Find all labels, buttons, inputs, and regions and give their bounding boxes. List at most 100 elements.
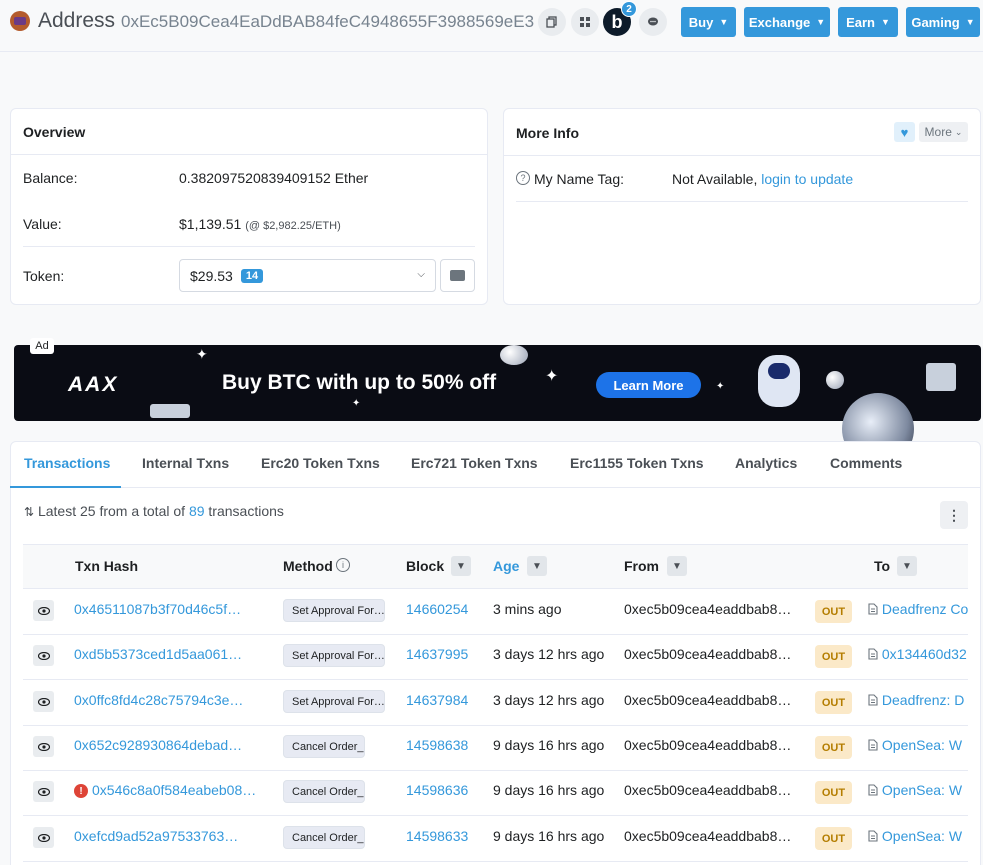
contract-document-icon	[868, 693, 878, 708]
method-badge: Cancel Order_	[283, 780, 365, 803]
page-title: Address	[38, 9, 116, 32]
more-options-kebab-icon[interactable]: ⋮	[940, 501, 968, 529]
to-address-cell: Deadfrenz Co	[868, 601, 968, 617]
active-tab-indicator	[10, 486, 121, 488]
direction-badge: OUT	[815, 600, 852, 623]
eye-preview-icon[interactable]	[33, 736, 54, 757]
help-question-icon[interactable]: ?	[516, 171, 530, 185]
divider	[23, 246, 475, 247]
name-tag-label: My Name Tag:	[534, 171, 624, 187]
buy-menu-button[interactable]: Buy ▼	[681, 7, 736, 37]
from-address: 0xec5b09cea4eaddbab8…	[624, 601, 792, 617]
block-link[interactable]: 14637984	[406, 692, 468, 708]
more-options-button[interactable]: More ⌄	[919, 122, 968, 142]
more-info-title: More Info	[516, 125, 579, 141]
contract-document-icon	[868, 602, 878, 617]
from-address: 0xec5b09cea4eaddbab8…	[624, 828, 792, 844]
learn-more-button[interactable]: Learn More	[596, 372, 701, 398]
txn-hash-link[interactable]: 0xefcd9ad52a97533763…	[74, 828, 264, 844]
tab-internal-txns[interactable]: Internal Txns	[142, 455, 229, 471]
eye-preview-icon[interactable]	[33, 827, 54, 848]
chevron-down-icon: ▼	[719, 17, 729, 27]
block-link[interactable]: 14637995	[406, 646, 468, 662]
block-link[interactable]: 14598638	[406, 737, 468, 753]
txn-hash-link[interactable]: 0x0ffc8fd4c28c75794c3e…	[74, 692, 264, 708]
star-icon: ✦	[196, 346, 208, 362]
txn-hash-link[interactable]: 0x652c928930864debad…	[74, 737, 264, 753]
error-alert-icon: !	[74, 784, 88, 798]
method-badge: Cancel Order_	[283, 735, 365, 758]
copy-icon[interactable]	[538, 8, 566, 36]
sort-icon: ⇅	[24, 505, 35, 519]
login-to-update-link[interactable]: login to update	[761, 171, 853, 187]
earn-menu-button[interactable]: Earn ▼	[838, 7, 898, 37]
transactions-summary: ⇅ Latest 25 from a total of 89 transacti…	[24, 503, 284, 519]
eye-preview-icon[interactable]	[33, 691, 54, 712]
txn-hash-link[interactable]: 0xd5b5373ced1d5aa061…	[74, 646, 264, 662]
txn-hash-link[interactable]: 0x46511087b3f70d46c5f…	[74, 601, 264, 617]
value-amount: $1,139.51	[179, 216, 242, 232]
filter-icon[interactable]: ▼	[897, 556, 917, 576]
star-icon: ✦	[716, 381, 725, 392]
method-badge: Set Approval For…	[283, 644, 385, 667]
star-icon: ✦	[545, 368, 559, 385]
to-address-cell: 0x134460d32	[868, 646, 968, 662]
age-value: 9 days 16 hrs ago	[493, 737, 605, 753]
chat-icon[interactable]	[639, 8, 667, 36]
chevron-down-icon: ▼	[880, 17, 890, 27]
direction-badge: OUT	[815, 827, 852, 850]
col-age[interactable]: Age	[493, 558, 519, 574]
to-address-link[interactable]: OpenSea: W	[882, 828, 962, 844]
eye-preview-icon[interactable]	[33, 600, 54, 621]
aax-logo: AAX	[68, 373, 119, 396]
from-address: 0xec5b09cea4eaddbab8…	[624, 692, 792, 708]
block-link[interactable]: 14598636	[406, 782, 468, 798]
to-address-link[interactable]: OpenSea: W	[882, 737, 962, 753]
to-address-link[interactable]: Deadfrenz Co	[882, 601, 968, 617]
overview-title: Overview	[23, 124, 86, 140]
filter-icon[interactable]: ▼	[527, 556, 547, 576]
divider	[516, 201, 968, 202]
token-holdings-dropdown[interactable]: $29.53 14 ⌵	[179, 259, 436, 292]
chevron-down-icon: ▼	[965, 17, 975, 27]
tab-transactions[interactable]: Transactions	[24, 455, 110, 471]
to-address-cell: Deadfrenz: D	[868, 692, 968, 708]
favorite-heart-icon[interactable]: ♥	[894, 122, 915, 142]
exchange-menu-button[interactable]: Exchange ▼	[744, 7, 830, 37]
eye-preview-icon[interactable]	[33, 781, 54, 802]
col-to: To	[874, 558, 891, 574]
contract-document-icon	[868, 738, 878, 753]
address-avatar-icon	[10, 11, 30, 31]
wallet-icon[interactable]	[440, 259, 475, 292]
tab-analytics[interactable]: Analytics	[735, 455, 797, 471]
balance-label: Balance:	[23, 170, 78, 186]
from-address: 0xec5b09cea4eaddbab8…	[624, 646, 792, 662]
info-icon[interactable]: i	[336, 558, 350, 572]
eye-preview-icon[interactable]	[33, 645, 54, 666]
total-count-link[interactable]: 89	[189, 503, 205, 519]
token-value: $29.53	[190, 267, 233, 284]
tab-erc20-token-txns[interactable]: Erc20 Token Txns	[261, 455, 380, 471]
coin-icon	[826, 371, 844, 389]
filter-icon[interactable]: ▼	[451, 556, 471, 576]
to-address-cell: OpenSea: W	[868, 782, 968, 798]
star-icon: ✦	[352, 398, 361, 409]
to-address-link[interactable]: OpenSea: W	[882, 782, 962, 798]
block-link[interactable]: 14660254	[406, 601, 468, 617]
tab-erc1155-token-txns[interactable]: Erc1155 Token Txns	[570, 455, 704, 471]
txn-hash-link[interactable]: 0x546c8a0f584eabeb08…	[92, 782, 264, 798]
tab-comments[interactable]: Comments	[830, 455, 902, 471]
direction-badge: OUT	[815, 736, 852, 759]
blockscan-count-badge: 2	[621, 1, 637, 17]
filter-icon[interactable]: ▼	[667, 556, 687, 576]
block-link[interactable]: 14598633	[406, 828, 468, 844]
gaming-menu-button[interactable]: Gaming ▼	[906, 7, 980, 37]
tab-erc721-token-txns[interactable]: Erc721 Token Txns	[411, 455, 538, 471]
token-count-badge: 14	[240, 268, 264, 283]
age-value: 3 mins ago	[493, 601, 562, 617]
ad-label: Ad	[30, 338, 54, 354]
qr-code-icon[interactable]	[571, 8, 599, 36]
to-address-link[interactable]: 0x134460d32	[882, 646, 967, 662]
to-address-link[interactable]: Deadfrenz: D	[882, 692, 964, 708]
direction-badge: OUT	[815, 691, 852, 714]
